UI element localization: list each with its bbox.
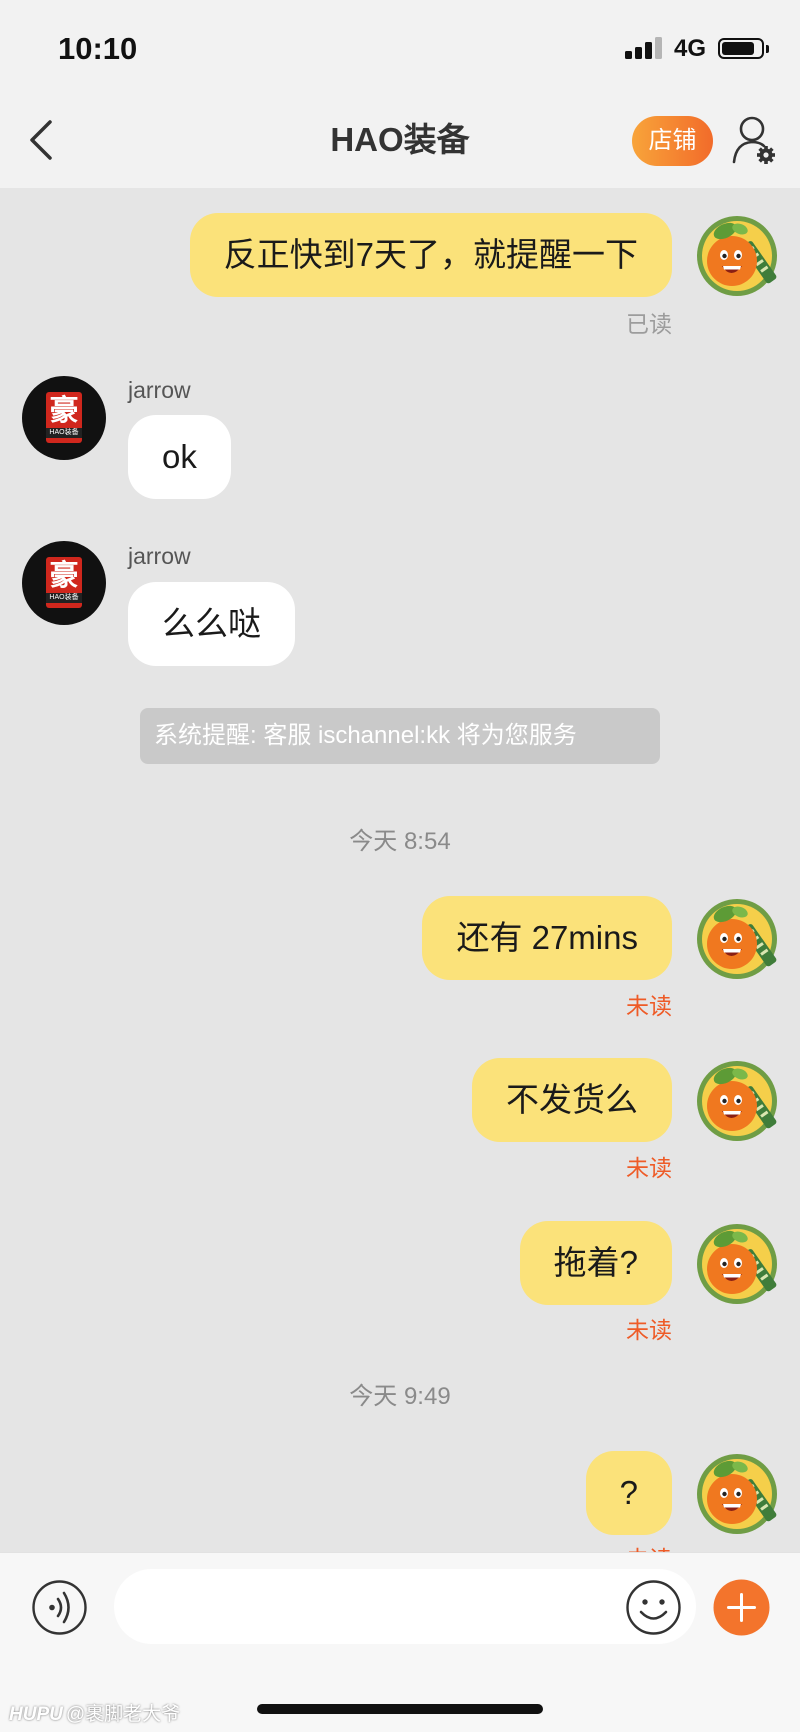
watermark: HUPU @裹脚老大爷: [9, 1702, 180, 1728]
read-status: 已读: [626, 311, 672, 337]
logo-text: HAO装备: [46, 593, 82, 603]
orange-cartoon-avatar-icon: [697, 1454, 777, 1534]
signal-bars-icon: [625, 37, 665, 59]
message-bubble-incoming[interactable]: 么么哒: [128, 582, 295, 666]
timestamp: 今天 8:54: [349, 828, 451, 855]
top-bar: 10:10 4G HAO装备 店铺: [0, 0, 800, 188]
self-avatar[interactable]: [694, 211, 780, 297]
user-settings-icon: [732, 116, 775, 164]
battery-fill: [722, 42, 755, 55]
shop-avatar[interactable]: 豪 HAO装备: [22, 541, 106, 625]
profile-settings-button[interactable]: [731, 114, 777, 166]
emoji-smiley-icon: [626, 1580, 681, 1635]
system-notice: 系统提醒: 客服 ischannel:kk 将为您服务: [140, 708, 660, 764]
orange-cartoon-avatar-icon: [697, 216, 777, 296]
signal-bar: [655, 37, 662, 59]
shop-button[interactable]: 店铺: [632, 116, 713, 166]
message-bubble-incoming[interactable]: ok: [128, 415, 231, 499]
signal-bar: [635, 47, 642, 59]
unread-status: 未读: [626, 1545, 672, 1552]
logo-char: 豪: [49, 558, 79, 592]
battery-icon: [718, 38, 764, 59]
watermark-brand: HUPU: [9, 1704, 63, 1725]
network-type: 4G: [674, 35, 707, 62]
logo-char: 豪: [49, 393, 79, 427]
unread-status: 未读: [626, 1155, 672, 1181]
shop-logo: 豪 HAO装备: [46, 557, 82, 608]
message-bubble-outgoing[interactable]: ?: [585, 1451, 672, 1535]
self-avatar[interactable]: [694, 1056, 780, 1142]
chat-area[interactable]: 反正快到7天了，就提醒一下 已读 豪 HAO装备 jarrow ok 豪 HAO…: [0, 188, 800, 1552]
unread-status: 未读: [626, 1317, 672, 1343]
sender-name: jarrow: [128, 543, 191, 569]
voice-input-icon: [32, 1580, 87, 1635]
orange-cartoon-avatar-icon: [697, 1224, 777, 1304]
message-input[interactable]: [114, 1569, 696, 1644]
signal-bar: [625, 51, 632, 59]
status-time: 10:10: [58, 31, 138, 66]
unread-status: 未读: [626, 993, 672, 1019]
shop-avatar[interactable]: 豪 HAO装备: [22, 376, 106, 460]
timestamp: 今天 9:49: [349, 1383, 451, 1410]
watermark-user: @裹脚老大爷: [65, 1704, 181, 1725]
home-indicator[interactable]: [257, 1704, 543, 1714]
shop-logo: 豪 HAO装备: [46, 392, 82, 443]
signal-bar: [645, 42, 652, 59]
message-bubble-outgoing[interactable]: 不发货么: [472, 1058, 672, 1142]
orange-cartoon-avatar-icon: [697, 899, 777, 979]
self-avatar[interactable]: [694, 1449, 780, 1535]
sender-name: jarrow: [128, 377, 191, 403]
more-actions-button[interactable]: [713, 1579, 770, 1636]
voice-input-button[interactable]: [31, 1579, 88, 1636]
self-avatar[interactable]: [694, 1219, 780, 1305]
plus-icon: [713, 1579, 770, 1636]
self-avatar[interactable]: [694, 894, 780, 980]
logo-text: HAO装备: [46, 428, 82, 438]
message-bubble-outgoing[interactable]: 还有 27mins: [422, 896, 672, 980]
emoji-button[interactable]: [625, 1579, 682, 1636]
message-bubble-outgoing[interactable]: 反正快到7天了，就提醒一下: [189, 213, 672, 297]
orange-cartoon-avatar-icon: [697, 1061, 777, 1141]
battery-tip: [766, 45, 769, 53]
message-bubble-outgoing[interactable]: 拖着?: [519, 1221, 672, 1305]
